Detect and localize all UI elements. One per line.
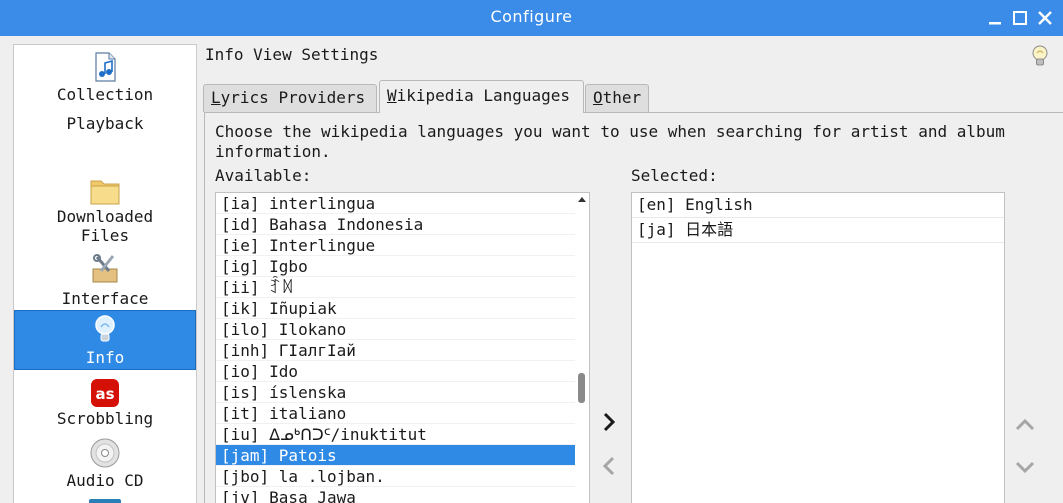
list-item[interactable]: [jbo] la .lojban. — [216, 466, 576, 487]
list-item[interactable]: [ie] Interlingue — [216, 235, 576, 256]
add-language-button[interactable] — [597, 410, 621, 434]
tab-lyrics-providers[interactable]: Lyrics Providers — [203, 84, 377, 112]
list-item[interactable]: [ja] 日本語 — [632, 218, 1004, 243]
list-item[interactable]: [ilo] Ilokano — [216, 319, 576, 340]
minimize-icon[interactable] — [986, 9, 1004, 27]
lightbulb-icon — [89, 313, 121, 345]
sidebar-item-collection[interactable]: Collection — [14, 45, 196, 165]
sidebar-item-audio-cd[interactable]: Audio CD — [14, 437, 196, 495]
chevron-right-icon — [603, 412, 616, 432]
sidebar-item-label: Scrobbling — [56, 409, 154, 428]
list-item[interactable]: [jv] Basa Jawa — [216, 487, 576, 503]
list-item[interactable]: [en] English — [632, 193, 1004, 218]
partial-sidebar-icon — [89, 499, 121, 503]
category-sidebar: Collection Playback Downloaded Files Inte… — [13, 44, 197, 503]
list-item[interactable]: [it] italiano — [216, 403, 576, 424]
list-item[interactable]: [ik] Iñupiak — [216, 298, 576, 319]
chevron-down-icon — [1015, 461, 1035, 474]
cd-icon — [89, 437, 121, 469]
tab-wikipedia-languages[interactable]: Wikipedia Languages — [379, 80, 584, 113]
selected-label: Selected: — [631, 166, 718, 185]
maximize-icon[interactable] — [1011, 9, 1029, 27]
title-bar: Configure — [0, 0, 1063, 36]
list-item[interactable]: [is] íslenska — [216, 382, 576, 403]
move-down-button[interactable] — [1013, 455, 1037, 479]
sidebar-item-scrobbling[interactable]: as Scrobbling — [14, 375, 196, 433]
close-icon[interactable] — [1036, 9, 1054, 27]
window-title: Configure — [490, 7, 573, 26]
sidebar-item-label: Info — [85, 348, 125, 367]
move-up-button[interactable] — [1013, 413, 1037, 437]
description-text: Choose the wikipedia languages you want … — [215, 122, 1005, 161]
available-languages-list[interactable]: [ia] interlingua [id] Bahasa Indonesia [ie… — [215, 192, 590, 503]
selected-rows: [en] English [ja] 日本語 — [632, 193, 1004, 243]
music-file-icon — [89, 51, 121, 83]
list-item[interactable]: [io] Ido — [216, 361, 576, 382]
sidebar-item-playback[interactable]: Playback — [14, 111, 196, 135]
scroll-up-icon[interactable] — [578, 197, 586, 202]
page-title: Info View Settings — [205, 45, 379, 64]
available-rows: [ia] interlingua [id] Bahasa Indonesia [ie… — [216, 193, 576, 503]
chevron-up-icon — [1015, 418, 1035, 431]
sidebar-item-label: Interface — [61, 289, 149, 308]
sidebar-item-downloaded-files[interactable]: Downloaded Files — [14, 173, 196, 245]
list-item[interactable]: [ii] ꆇꉙ — [216, 277, 576, 298]
available-scrollbar[interactable] — [575, 193, 589, 503]
available-label: Available: — [215, 166, 312, 185]
lastfm-icon: as — [89, 377, 121, 409]
help-lightbulb-icon[interactable] — [1030, 44, 1050, 68]
sidebar-item-label: Downloaded Files — [56, 207, 154, 245]
folder-icon — [89, 175, 121, 207]
tab-other[interactable]: Other — [585, 84, 649, 112]
list-item[interactable]: [ig] Igbo — [216, 256, 576, 277]
remove-language-button[interactable] — [597, 454, 621, 478]
list-item[interactable]: [jam] Patois — [216, 445, 576, 466]
list-item[interactable]: [iu] ᐃᓄᒃᑎᑐᑦ/inuktitut — [216, 424, 576, 445]
svg-text:as: as — [95, 385, 114, 403]
chevron-left-icon — [602, 456, 615, 476]
tools-icon — [89, 253, 121, 285]
sidebar-item-interface[interactable]: Interface — [14, 251, 196, 309]
scroll-thumb[interactable] — [578, 373, 585, 403]
list-item[interactable]: [id] Bahasa Indonesia — [216, 214, 576, 235]
list-item[interactable]: [inh] ГIалгIай — [216, 340, 576, 361]
sidebar-item-label: Collection — [56, 85, 154, 104]
sidebar-item-info[interactable]: Info — [14, 310, 196, 370]
sidebar-item-label: Playback — [66, 114, 144, 133]
selected-languages-list[interactable]: [en] English [ja] 日本語 — [631, 192, 1005, 503]
list-item[interactable]: [ia] interlingua — [216, 193, 576, 214]
sidebar-item-label: Audio CD — [66, 471, 144, 490]
